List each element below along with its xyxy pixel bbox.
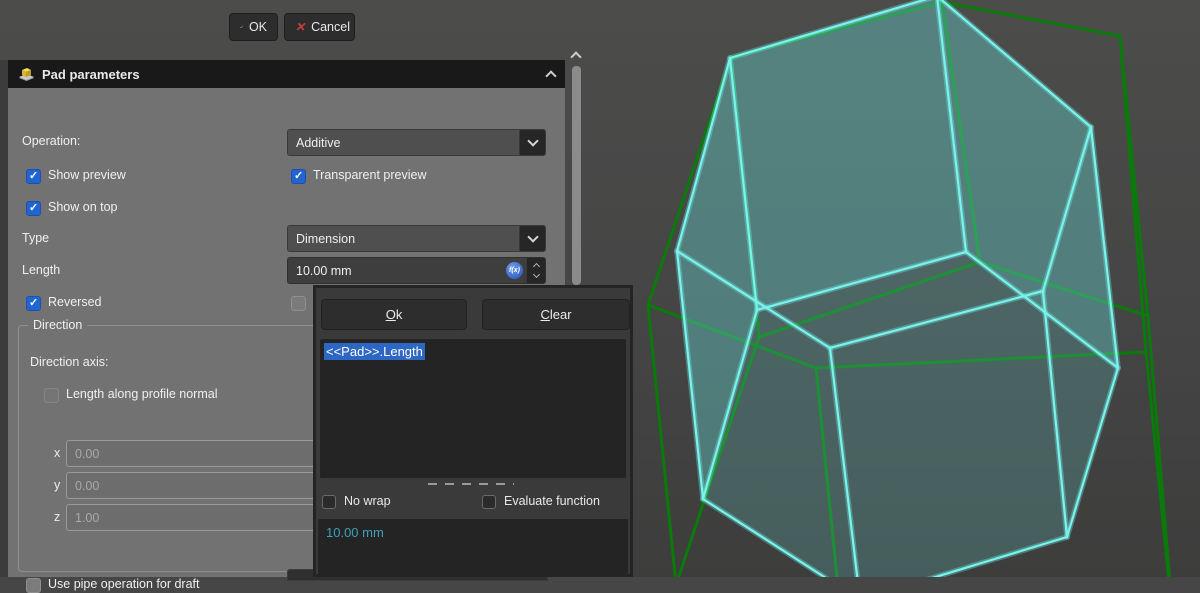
- operation-value: Additive: [288, 130, 519, 155]
- evaluate-function-checkbox[interactable]: [482, 495, 496, 509]
- type-label: Type: [22, 231, 49, 245]
- ok-button[interactable]: OK: [229, 13, 278, 41]
- spin-up-icon: [532, 263, 539, 270]
- direction-group-label: Direction: [28, 318, 87, 332]
- ok-swoosh-icon: [240, 20, 243, 34]
- freecad-window: { "actions": { "ok": "OK", "cancel": "Ca…: [0, 0, 1200, 577]
- no-wrap-label: No wrap: [344, 494, 391, 508]
- scrollbar-thumb[interactable]: [572, 66, 581, 285]
- reversed-checkbox[interactable]: [26, 296, 41, 311]
- splitter-handle[interactable]: [428, 483, 514, 485]
- collapse-chevron-icon[interactable]: [545, 70, 556, 81]
- formula-clear-label: Clear: [540, 307, 571, 322]
- profile-normal-label: Length along profile normal: [66, 387, 218, 401]
- chevron-down-icon: [527, 135, 538, 146]
- preview-prism-faces: [677, 0, 1118, 577]
- operation-label: Operation:: [22, 134, 80, 148]
- expression-result-box: 10.00 mm: [318, 519, 628, 577]
- use-pipe-checkbox[interactable]: [26, 578, 41, 593]
- expression-result-value: 10.00 mm: [326, 525, 384, 540]
- pad-icon: [18, 67, 35, 82]
- use-pipe-label: Use pipe operation for draft: [48, 577, 199, 591]
- formula-ok-label: Ok: [386, 307, 403, 322]
- cancel-button-label: Cancel: [311, 20, 350, 34]
- y-axis-label: y: [54, 478, 60, 492]
- operation-dropdown-button[interactable]: [519, 130, 545, 155]
- type-dropdown-button[interactable]: [519, 226, 545, 251]
- type-dropdown[interactable]: Dimension: [287, 225, 546, 252]
- formula-clear-button[interactable]: Clear: [482, 299, 630, 330]
- symmetric-checkbox[interactable]: [291, 296, 306, 311]
- no-wrap-checkbox[interactable]: [322, 495, 336, 509]
- spin-down-icon: [532, 271, 539, 278]
- cancel-button[interactable]: ✕ Cancel: [284, 13, 355, 41]
- show-preview-checkbox[interactable]: [26, 169, 41, 184]
- reversed-label: Reversed: [48, 295, 102, 309]
- panel-left-edge: [0, 60, 8, 577]
- direction-axis-label: Direction axis:: [30, 355, 109, 369]
- length-label: Length: [22, 263, 60, 277]
- show-on-top-label: Show on top: [48, 200, 118, 214]
- chevron-down-icon: [527, 231, 538, 242]
- profile-normal-checkbox[interactable]: [44, 388, 59, 403]
- transparent-preview-label: Transparent preview: [313, 168, 426, 182]
- ok-button-label: OK: [249, 20, 267, 34]
- formula-editor-dialog: Ok Clear <<Pad>>.Length No wrap Evaluate…: [313, 285, 633, 577]
- x-axis-label: x: [54, 446, 60, 460]
- show-preview-label: Show preview: [48, 168, 126, 182]
- transparent-preview-checkbox[interactable]: [291, 169, 306, 184]
- cancel-x-icon: ✕: [295, 20, 305, 34]
- expression-selected-text: <<Pad>>.Length: [324, 343, 425, 360]
- panel-title: Pad parameters: [42, 67, 540, 82]
- expression-editor[interactable]: <<Pad>>.Length: [320, 339, 626, 478]
- show-on-top-checkbox[interactable]: [26, 201, 41, 216]
- evaluate-function-label: Evaluate function: [504, 494, 600, 508]
- z-axis-label: z: [54, 510, 60, 524]
- length-input[interactable]: [288, 258, 506, 283]
- type-value: Dimension: [288, 226, 519, 251]
- length-field: f(x): [287, 257, 546, 284]
- pad-parameters-header[interactable]: Pad parameters: [8, 60, 565, 88]
- formula-ok-button[interactable]: Ok: [321, 299, 467, 330]
- length-spinner[interactable]: [526, 258, 545, 283]
- formula-fx-icon[interactable]: f(x): [506, 262, 523, 279]
- task-actions-bar: OK ✕ Cancel: [0, 0, 600, 56]
- operation-dropdown[interactable]: Additive: [287, 129, 546, 156]
